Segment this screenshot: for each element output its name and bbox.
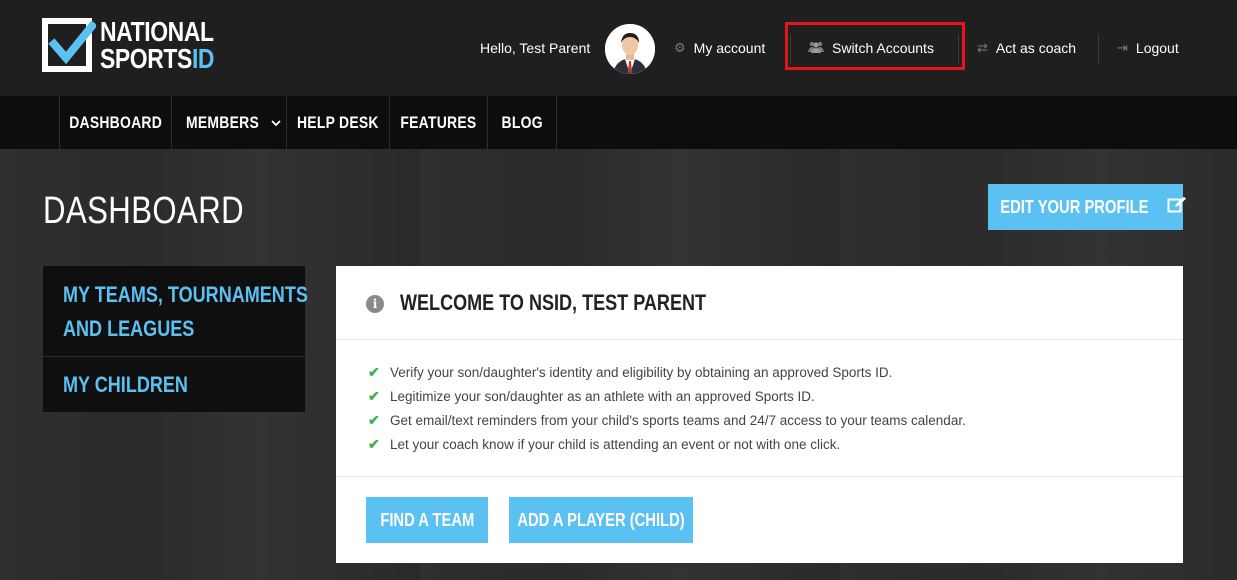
logo-text-line2: SPORTSID (100, 43, 215, 74)
user-greeting: Hello, Test Parent (480, 40, 591, 56)
logo-text-sports: SPORTS (100, 43, 192, 74)
add-a-player-button[interactable]: ADD A PLAYER (CHILD) (509, 497, 693, 543)
panel-divider (336, 476, 1183, 477)
user-avatar[interactable] (605, 24, 655, 74)
sign-out-icon: ⇥ (1117, 40, 1128, 55)
national-sports-id-logo[interactable]: NATIONAL SPORTSID (42, 18, 232, 76)
check-icon: ✔ (368, 411, 380, 428)
add-a-player-label: ADD A PLAYER (CHILD) (517, 509, 685, 530)
nav-label: FEATURES (400, 112, 477, 132)
header-divider (958, 34, 959, 64)
act-as-coach-label: Act as coach (995, 40, 1077, 56)
logo-text-id: ID (191, 43, 215, 74)
nav-label: BLOG (501, 112, 543, 132)
top-header: NATIONAL SPORTSID Hello, Test Parent ⚙ M… (0, 0, 1237, 96)
checkbox-logo-icon (42, 18, 96, 72)
list-item-text: Verify your son/daughter's identity and … (390, 364, 893, 380)
find-a-team-label: FIND A TEAM (379, 509, 475, 530)
list-item: ✔ Let your coach know if your child is at… (368, 432, 966, 456)
gear-icon: ⚙ (674, 40, 686, 55)
logo-text-line1: NATIONAL (100, 16, 214, 47)
switch-accounts-highlight-box (785, 22, 965, 70)
welcome-panel-header: i WELCOME TO NSID, TEST PARENT (336, 266, 1183, 340)
logout-link[interactable]: ⇥ Logout (1117, 40, 1179, 56)
main-navigation: DASHBOARD MEMBERS HELP DESK FEATURES BLO… (0, 96, 1237, 149)
check-icon: ✔ (368, 435, 380, 452)
sidebar-item-teams-tournaments-leagues[interactable]: MY TEAMS, TOURNAMENTS AND LEAGUES (43, 278, 308, 346)
nav-item-features[interactable]: FEATURES (389, 96, 487, 149)
check-icon: ✔ (368, 363, 380, 380)
chevron-down-icon (270, 116, 281, 130)
avatar-person-icon (605, 24, 655, 74)
sidebar-item-my-children[interactable]: MY CHILDREN (43, 368, 305, 402)
sidebar-item-label: AND LEAGUES (63, 316, 195, 341)
sidebar-item-label: MY CHILDREN (63, 372, 188, 397)
list-item: ✔ Verify your son/daughter's identity and… (368, 360, 966, 384)
list-item-text: Get email/text reminders from your child… (390, 412, 966, 428)
nav-item-help-desk[interactable]: HELP DESK (286, 96, 389, 149)
nav-item-dashboard[interactable]: DASHBOARD (59, 96, 171, 149)
act-as-coach-link[interactable]: ⇄ Act as coach (977, 40, 1076, 56)
dashboard-sidebar: MY TEAMS, TOURNAMENTS AND LEAGUES MY CHI… (43, 266, 308, 412)
welcome-panel: i WELCOME TO NSID, TEST PARENT ✔ Verify y… (336, 266, 1183, 563)
my-account-link[interactable]: ⚙ My account (674, 40, 765, 56)
logout-label: Logout (1135, 40, 1179, 56)
nav-item-members[interactable]: MEMBERS (171, 96, 286, 149)
find-a-team-button[interactable]: FIND A TEAM (366, 497, 488, 543)
sidebar-item-label: MY TEAMS, TOURNAMENTS (63, 282, 308, 307)
list-item: ✔ Legitimize your son/daughter as an athl… (368, 384, 966, 408)
info-icon: i (366, 295, 384, 313)
list-item-text: Legitimize your son/daughter as an athle… (390, 388, 815, 404)
my-account-label: My account (693, 40, 766, 56)
sidebar-divider (43, 356, 305, 357)
edit-pencil-icon (1165, 196, 1187, 219)
edit-profile-button[interactable]: EDIT YOUR PROFILE (988, 184, 1186, 230)
welcome-title: WELCOME TO NSID, TEST PARENT (400, 290, 707, 315)
nav-label: DASHBOARD (69, 112, 162, 132)
nav-label: MEMBERS (185, 112, 259, 132)
page-title: DASHBOARD (43, 190, 245, 232)
swap-arrows-icon: ⇄ (977, 40, 988, 55)
list-item-text: Let your coach know if your child is att… (390, 436, 841, 452)
edit-profile-label: EDIT YOUR PROFILE (1000, 196, 1149, 217)
benefits-list: ✔ Verify your son/daughter's identity and… (368, 360, 966, 456)
header-divider (1098, 34, 1099, 64)
nav-item-blog[interactable]: BLOG (487, 96, 557, 149)
nav-label: HELP DESK (297, 112, 379, 132)
list-item: ✔ Get email/text reminders from your chil… (368, 408, 966, 432)
check-icon: ✔ (368, 387, 380, 404)
